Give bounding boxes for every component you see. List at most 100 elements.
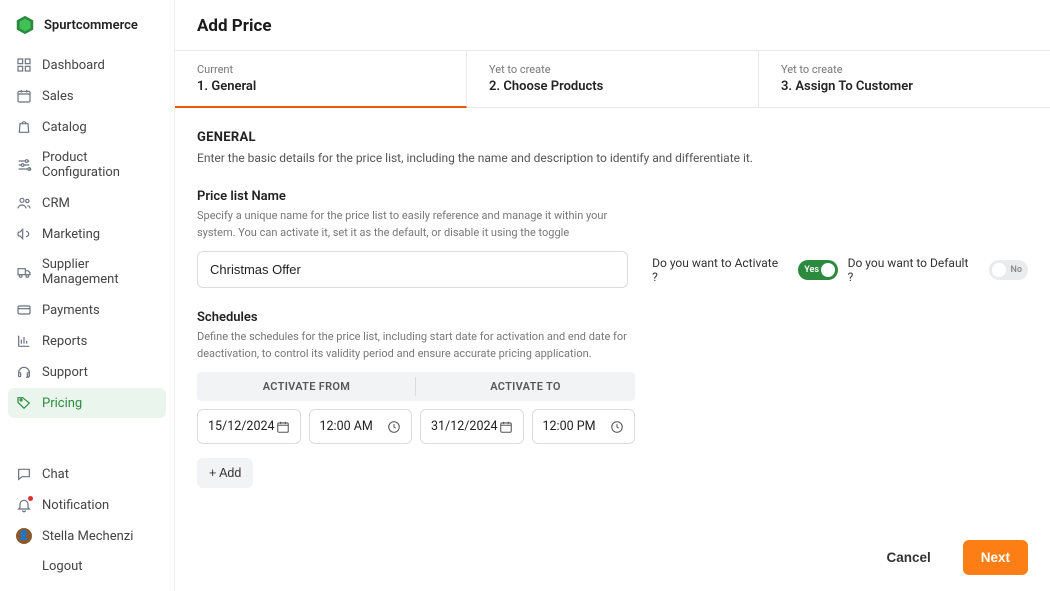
tab-general[interactable]: Current 1. General bbox=[175, 51, 467, 108]
footer: Cancel Next bbox=[175, 524, 1050, 591]
field-hint: Specify a unique name for the price list… bbox=[197, 208, 635, 241]
tab-label: 1. General bbox=[197, 79, 444, 94]
tag-icon bbox=[16, 395, 32, 411]
sidebar-item-product-configuration[interactable]: Product Configuration bbox=[8, 143, 166, 187]
main: Add Price Current 1. General Yet to crea… bbox=[175, 0, 1050, 591]
sidebar-item-supplier-management[interactable]: Supplier Management bbox=[8, 250, 166, 294]
chart-icon bbox=[16, 333, 32, 349]
sidebar-item-chat[interactable]: Chat bbox=[8, 459, 166, 489]
sidebar-item-label: Notification bbox=[42, 498, 109, 513]
sidebar-item-label: Catalog bbox=[42, 120, 87, 135]
cancel-button[interactable]: Cancel bbox=[868, 540, 948, 575]
users-icon bbox=[16, 195, 32, 211]
logout-link[interactable]: Logout bbox=[8, 552, 166, 581]
toggle-text: Yes bbox=[804, 265, 819, 275]
section-general: GENERAL Enter the basic details for the … bbox=[197, 130, 1028, 167]
sidebar-item-sales[interactable]: Sales bbox=[8, 81, 166, 111]
sidebar-item-reports[interactable]: Reports bbox=[8, 326, 166, 356]
toggle-knob bbox=[992, 263, 1006, 277]
wizard-tabs: Current 1. General Yet to create 2. Choo… bbox=[175, 50, 1050, 108]
default-label: Do you want to Default ? bbox=[848, 256, 975, 284]
sidebar: Spurtcommerce Dashboard Sales Catalog Pr… bbox=[0, 0, 175, 591]
field-label: Price list Name bbox=[197, 189, 1028, 204]
activate-to-date-picker[interactable]: 31/12/2024 bbox=[420, 409, 524, 444]
calendar-icon bbox=[276, 420, 290, 434]
bell-icon bbox=[16, 497, 32, 513]
bag-icon bbox=[16, 119, 32, 135]
toggle-knob bbox=[821, 263, 835, 277]
calendar-icon bbox=[16, 88, 32, 104]
sidebar-bottom: Chat Notification 👤 Stella Mechenzi Logo… bbox=[8, 459, 166, 581]
header: Add Price bbox=[175, 0, 1050, 50]
sidebar-item-payments[interactable]: Payments bbox=[8, 295, 166, 325]
tab-assign-to-customer[interactable]: Yet to create 3. Assign To Customer bbox=[759, 51, 1050, 107]
tab-label: 3. Assign To Customer bbox=[781, 79, 1028, 94]
picker-value: 15/12/2024 bbox=[208, 419, 275, 434]
activate-from-time-picker[interactable]: 12:00 AM bbox=[309, 409, 413, 444]
tab-status: Current bbox=[197, 63, 444, 76]
tab-choose-products[interactable]: Yet to create 2. Choose Products bbox=[467, 51, 759, 107]
toggle-text: No bbox=[1011, 265, 1022, 275]
sidebar-item-label: Dashboard bbox=[42, 58, 105, 73]
schedule-row: 15/12/2024 12:00 AM 31/12/2024 bbox=[197, 409, 635, 444]
next-button[interactable]: Next bbox=[963, 540, 1028, 575]
brand-name: Spurtcommerce bbox=[44, 18, 138, 33]
picker-value: 31/12/2024 bbox=[431, 419, 498, 434]
schedules-header-from: ACTIVATE FROM bbox=[197, 372, 416, 401]
field-hint: Define the schedules for the price list,… bbox=[197, 329, 635, 362]
price-list-name-input[interactable] bbox=[197, 251, 628, 288]
sidebar-item-label: Supplier Management bbox=[42, 257, 158, 287]
app-root: Spurtcommerce Dashboard Sales Catalog Pr… bbox=[0, 0, 1050, 591]
sidebar-item-catalog[interactable]: Catalog bbox=[8, 112, 166, 142]
activate-to-time-picker[interactable]: 12:00 PM bbox=[532, 409, 636, 444]
picker-value: 12:00 AM bbox=[320, 419, 373, 434]
activate-from-date-picker[interactable]: 15/12/2024 bbox=[197, 409, 301, 444]
sidebar-item-label: Product Configuration bbox=[42, 150, 158, 180]
grid-icon bbox=[16, 57, 32, 73]
tab-status: Yet to create bbox=[781, 63, 1028, 76]
field-label: Schedules bbox=[197, 310, 1028, 325]
notification-dot bbox=[28, 496, 33, 501]
default-toggle[interactable]: No bbox=[989, 260, 1028, 280]
content: GENERAL Enter the basic details for the … bbox=[175, 108, 1050, 510]
brand: Spurtcommerce bbox=[8, 10, 166, 50]
sidebar-item-crm[interactable]: CRM bbox=[8, 188, 166, 218]
sidebar-item-user[interactable]: 👤 Stella Mechenzi bbox=[8, 521, 166, 551]
sidebar-item-label: Stella Mechenzi bbox=[42, 529, 133, 544]
sidebar-item-notification[interactable]: Notification bbox=[8, 490, 166, 520]
sidebar-item-label: Payments bbox=[42, 303, 100, 318]
card-icon bbox=[16, 302, 32, 318]
sidebar-item-dashboard[interactable]: Dashboard bbox=[8, 50, 166, 80]
sidebar-item-label: Marketing bbox=[42, 227, 100, 242]
sliders-icon bbox=[16, 157, 32, 173]
section-desc: Enter the basic details for the price li… bbox=[197, 149, 1028, 167]
sidebar-item-label: Sales bbox=[42, 89, 74, 104]
sidebar-item-label: Reports bbox=[42, 334, 87, 349]
page-title: Add Price bbox=[197, 16, 1028, 36]
activate-toggle[interactable]: Yes bbox=[798, 260, 837, 280]
field-schedules: Schedules Define the schedules for the p… bbox=[197, 310, 1028, 488]
sidebar-item-label: Pricing bbox=[42, 396, 82, 411]
sidebar-item-label: Support bbox=[42, 365, 88, 380]
sidebar-item-label: CRM bbox=[42, 196, 70, 211]
avatar-icon: 👤 bbox=[16, 528, 32, 544]
add-schedule-button[interactable]: + Add bbox=[197, 458, 253, 488]
sidebar-item-pricing[interactable]: Pricing bbox=[8, 388, 166, 418]
clock-icon bbox=[610, 420, 624, 434]
brand-logo-icon bbox=[14, 14, 36, 36]
calendar-icon bbox=[499, 420, 513, 434]
truck-icon bbox=[16, 264, 32, 280]
activate-label: Do you want to Activate ? bbox=[652, 256, 784, 284]
sidebar-item-support[interactable]: Support bbox=[8, 357, 166, 387]
headset-icon bbox=[16, 364, 32, 380]
megaphone-icon bbox=[16, 226, 32, 242]
picker-value: 12:00 PM bbox=[543, 419, 596, 434]
clock-icon bbox=[387, 420, 401, 434]
tab-label: 2. Choose Products bbox=[489, 79, 736, 94]
schedules-header: ACTIVATE FROM ACTIVATE TO bbox=[197, 372, 635, 401]
schedules-header-to: ACTIVATE TO bbox=[416, 372, 635, 401]
chat-icon bbox=[16, 466, 32, 482]
sidebar-item-marketing[interactable]: Marketing bbox=[8, 219, 166, 249]
section-title: GENERAL bbox=[197, 130, 1028, 145]
main-nav: Dashboard Sales Catalog Product Configur… bbox=[8, 50, 166, 459]
